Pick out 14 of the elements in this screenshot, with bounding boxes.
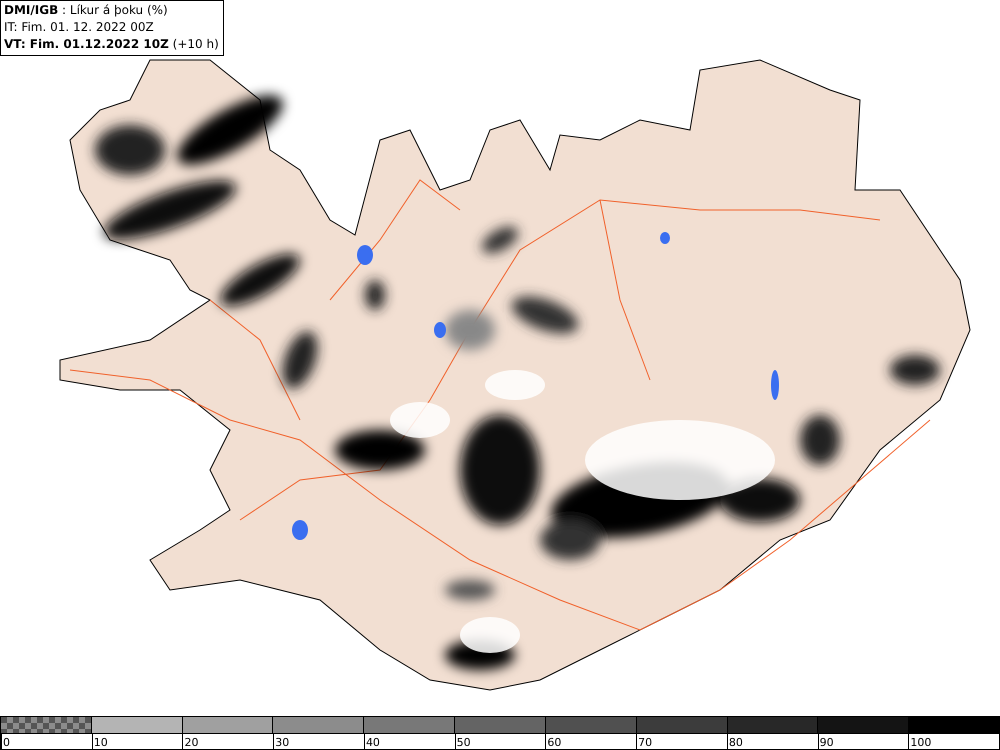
colorbar-tick-label: 90 [818,737,834,749]
colorbar-tick-label: 0 [2,737,10,749]
colorbar-tick-label: 30 [274,737,290,749]
colorbar-tick-label: 60 [546,737,562,749]
colorbar-tick-label: 50 [456,737,471,749]
colorbar-tick-label: 40 [364,737,380,749]
colorbar-tick-label: 10 [92,737,108,749]
map-title-line: IT: Fim. 01. 12. 2022 00Z [4,19,155,36]
colorbar-tick-label: 70 [637,737,652,749]
map-title-line: VT: Fim. 01.12.2022 10Z (+10 h) [4,36,219,53]
map-title-line: DMI/IGB : Líkur á þoku (%) [4,2,169,19]
colorbar-tick-label: 100 [909,737,932,749]
colorbar-tick-label: 20 [183,737,198,749]
colorbar-tick-label: 80 [728,737,743,749]
